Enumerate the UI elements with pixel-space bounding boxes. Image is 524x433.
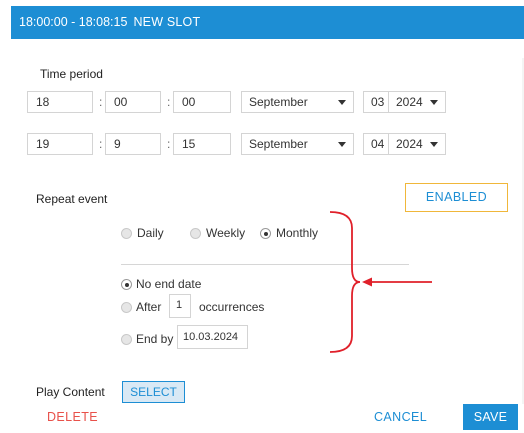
- weekly-radio[interactable]: [190, 228, 201, 239]
- start-year-select[interactable]: 2024: [388, 91, 446, 113]
- start-year-value: 2024: [396, 95, 423, 109]
- after-label: After: [136, 300, 162, 314]
- start-day-value: 03: [371, 95, 385, 109]
- end-year-select[interactable]: 2024: [388, 133, 446, 155]
- end-by-label: End by: [136, 332, 174, 346]
- caret-down-icon: [338, 100, 346, 105]
- dialog-titlebar: 18:00:00 - 18:08:15 NEW SLOT: [11, 6, 524, 39]
- time-separator: :: [99, 137, 103, 151]
- daily-label: Daily: [137, 226, 164, 240]
- repeat-divider: [121, 264, 409, 265]
- time-separator: :: [99, 95, 103, 109]
- end-by-date-input[interactable]: 10.03.2024: [177, 325, 248, 349]
- after-occurrences-input[interactable]: 1: [169, 294, 191, 318]
- daily-radio[interactable]: [121, 228, 132, 239]
- monthly-radio[interactable]: [260, 228, 271, 239]
- play-content-label: Play Content: [36, 385, 105, 399]
- end-year-value: 2024: [396, 137, 423, 151]
- repeat-enabled-toggle[interactable]: ENABLED: [405, 183, 508, 212]
- weekly-label: Weekly: [206, 226, 246, 240]
- no-end-date-label: No end date: [136, 277, 202, 291]
- end-month-select[interactable]: September: [241, 133, 354, 155]
- caret-down-icon: [338, 142, 346, 147]
- start-month-value: September: [249, 95, 308, 109]
- play-content-select-button[interactable]: SELECT: [122, 381, 185, 403]
- save-button[interactable]: SAVE: [463, 404, 518, 430]
- end-minute-input[interactable]: 9: [105, 133, 161, 155]
- start-second-input[interactable]: 00: [173, 91, 231, 113]
- start-minute-input[interactable]: 00: [105, 91, 161, 113]
- time-separator: :: [167, 137, 171, 151]
- caret-down-icon: [430, 100, 438, 105]
- start-month-select[interactable]: September: [241, 91, 354, 113]
- end-hour-input[interactable]: 19: [27, 133, 93, 155]
- repeat-event-label: Repeat event: [36, 192, 108, 206]
- caret-down-icon: [430, 142, 438, 147]
- delete-button[interactable]: DELETE: [47, 410, 98, 424]
- after-radio[interactable]: [121, 302, 132, 313]
- time-separator: :: [167, 95, 171, 109]
- dialog-title-name: NEW SLOT: [133, 15, 201, 29]
- monthly-label: Monthly: [276, 226, 319, 240]
- cancel-button[interactable]: CANCEL: [374, 410, 427, 424]
- occurrences-label: occurrences: [199, 300, 265, 314]
- end-by-radio[interactable]: [121, 334, 132, 345]
- start-hour-input[interactable]: 18: [27, 91, 93, 113]
- end-month-value: September: [249, 137, 308, 151]
- time-period-label: Time period: [40, 67, 103, 81]
- dialog-title-time: 18:00:00 - 18:08:15: [19, 15, 128, 29]
- no-end-date-radio[interactable]: [121, 279, 132, 290]
- end-second-input[interactable]: 15: [173, 133, 231, 155]
- end-day-value: 04: [371, 137, 385, 151]
- new-slot-dialog: 18:00:00 - 18:08:15 NEW SLOT Time period …: [11, 6, 524, 433]
